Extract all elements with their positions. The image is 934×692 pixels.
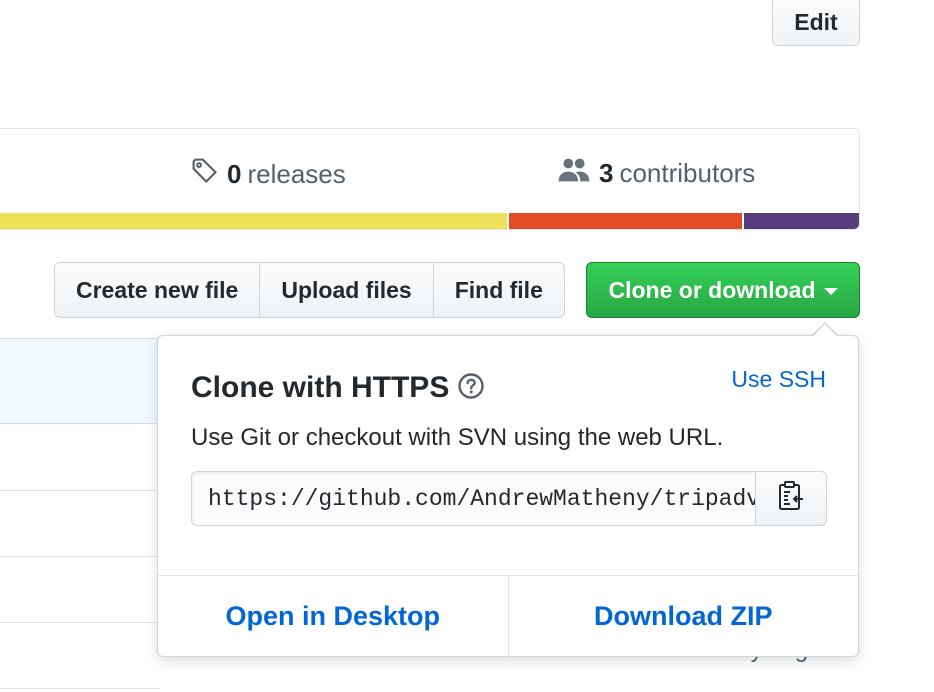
repo-summary: 0 releases 3 contributors [0, 128, 860, 230]
language-segment[interactable] [507, 213, 742, 229]
clone-dropdown-footer: Open in Desktop Download ZIP [158, 575, 858, 657]
clone-title: Clone with HTTPS [191, 368, 485, 408]
language-segment[interactable] [741, 213, 859, 229]
clone-or-download-button[interactable]: Clone or download [586, 262, 860, 318]
file-row-divider [0, 622, 160, 623]
use-ssh-link[interactable]: Use SSH [731, 366, 826, 393]
clone-description: Use Git or checkout with SVN using the w… [191, 424, 724, 451]
contributors-label: contributors [619, 158, 756, 188]
contributors-count: 3 [599, 158, 614, 188]
upload-files-button[interactable]: Upload files [259, 262, 434, 318]
edit-button[interactable]: Edit [772, 0, 860, 46]
contributors-link[interactable]: 3 contributors [557, 157, 755, 190]
caret-down-icon [823, 288, 838, 295]
file-row-divider [0, 490, 160, 491]
dropdown-arrow-fill [813, 324, 837, 336]
clone-dropdown: Clone with HTTPS Use SSH Use Git or chec… [157, 335, 859, 657]
releases-count: 0 [227, 159, 242, 189]
find-file-button[interactable]: Find file [432, 262, 565, 318]
file-row-divider [0, 556, 160, 557]
copy-url-button[interactable] [756, 471, 827, 526]
language-segment[interactable] [0, 213, 508, 229]
file-list-header-row [0, 338, 160, 424]
releases-link[interactable]: 0 releases [191, 157, 346, 192]
clone-title-text: Clone with HTTPS [191, 371, 450, 404]
releases-label: releases [247, 159, 346, 189]
open-in-desktop-link[interactable]: Open in Desktop [158, 576, 509, 657]
language-bar[interactable] [0, 213, 859, 229]
clipboard-icon [777, 480, 805, 517]
tag-icon [191, 157, 219, 192]
file-actions: Create new file Upload files Find file [54, 262, 565, 318]
clone-or-download-label: Clone or download [608, 276, 816, 303]
file-row-divider [0, 688, 160, 689]
help-icon[interactable] [457, 372, 485, 408]
people-icon [557, 157, 591, 190]
clone-url-group: https://github.com/AndrewMatheny/tripadv… [191, 471, 827, 526]
create-new-file-button[interactable]: Create new file [54, 262, 261, 318]
download-zip-link[interactable]: Download ZIP [509, 576, 859, 657]
clone-url-input[interactable]: https://github.com/AndrewMatheny/tripadv… [191, 471, 757, 526]
